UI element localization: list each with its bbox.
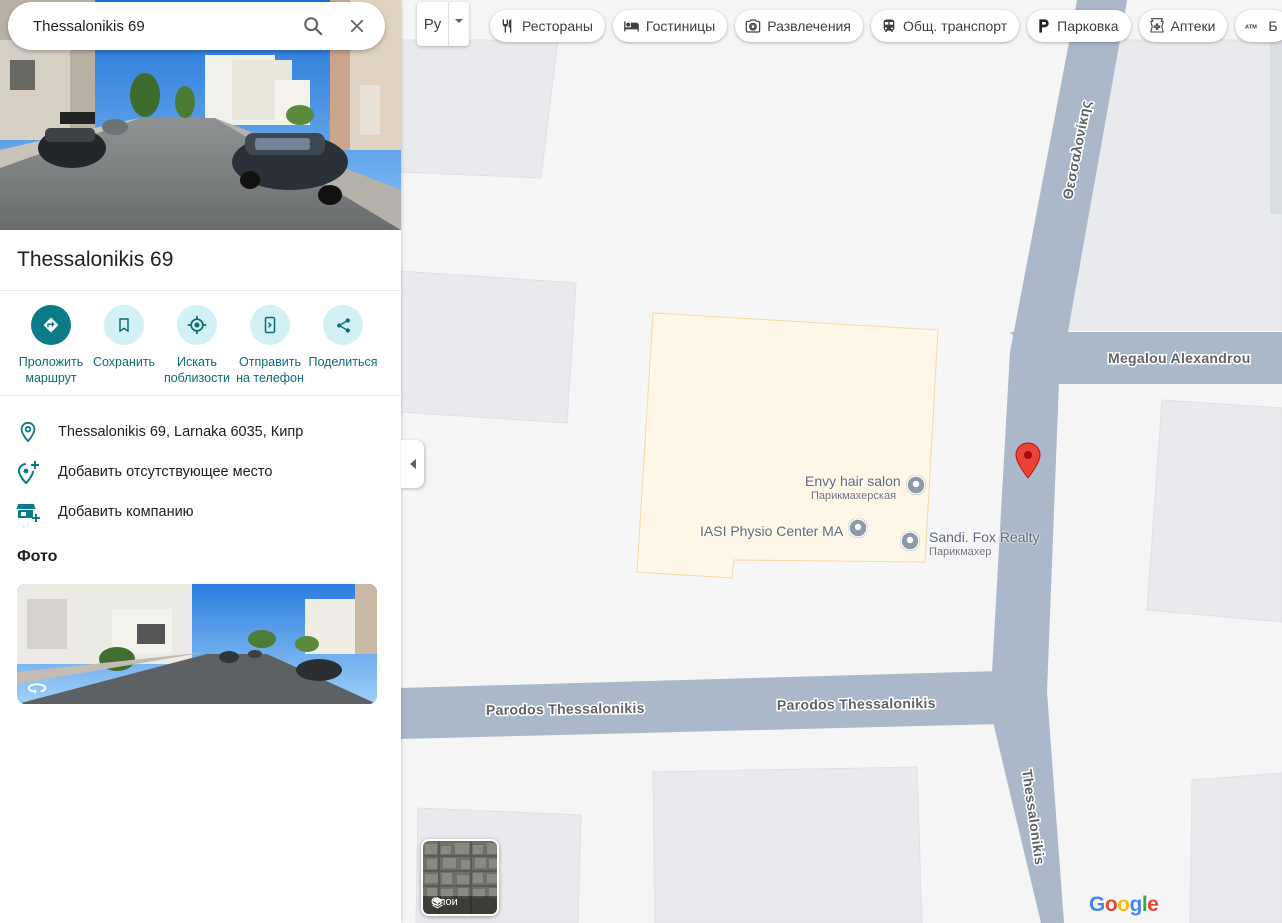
atm-icon: ATM xyxy=(1245,24,1257,30)
map-block xyxy=(399,270,577,424)
poi-marker-icon[interactable] xyxy=(905,474,927,496)
search-button[interactable] xyxy=(291,4,335,48)
map-block xyxy=(399,39,559,179)
search-icon xyxy=(304,17,323,36)
pharmacy-icon xyxy=(1149,18,1164,33)
train-icon xyxy=(883,19,895,32)
language-selector[interactable]: Ру xyxy=(417,2,469,46)
map-block xyxy=(652,766,923,923)
place-title: Thessalonikis 69 xyxy=(17,248,174,271)
add-location-icon xyxy=(17,461,39,484)
location-pin-icon xyxy=(20,421,36,443)
add-business-row[interactable]: Добавить компанию xyxy=(0,492,401,532)
360-view-icon xyxy=(27,683,47,695)
chip-public-transport[interactable]: Общ. транспорт xyxy=(870,10,1020,42)
collapse-panel-button[interactable] xyxy=(401,440,424,488)
clear-search-button[interactable] xyxy=(335,4,379,48)
poi-name[interactable]: Envy hair salon xyxy=(805,473,901,489)
chevron-down-icon xyxy=(455,19,463,23)
language-label: Ру xyxy=(417,2,449,46)
poi-name[interactable]: IASI Physio Center MA xyxy=(700,523,843,539)
chip-hotels[interactable]: Гостиницы xyxy=(612,10,728,42)
chevron-left-icon xyxy=(409,459,416,469)
share-icon xyxy=(336,317,350,333)
map-block xyxy=(1189,772,1282,923)
divider xyxy=(0,290,401,291)
road-label-parodos-2: Parodos Thessalonikis xyxy=(777,695,936,713)
search-input[interactable]: Thessalonikis 69 xyxy=(33,18,291,35)
poi-category: Парикмахерская xyxy=(811,490,897,502)
chip-restaurants[interactable]: Рестораны xyxy=(490,10,605,42)
parking-icon xyxy=(1039,19,1049,33)
category-chips: Рестораны Гостиницы Развлечения Общ. тра… xyxy=(490,10,1282,42)
chip-atm[interactable]: ATM Б xyxy=(1235,10,1282,42)
map-block xyxy=(1146,399,1282,623)
bed-icon xyxy=(624,21,639,32)
add-missing-place-text: Добавить отсутствующее место xyxy=(58,464,273,480)
layers-icon xyxy=(432,897,443,909)
poi-marker-icon[interactable] xyxy=(847,517,869,539)
chip-entertainment[interactable]: Развлечения xyxy=(735,10,863,42)
photos-heading: Фото xyxy=(17,548,58,565)
search-box[interactable]: Thessalonikis 69 xyxy=(8,2,385,50)
poi-name[interactable]: Sandi. Fox Realty xyxy=(929,529,1040,545)
address-text: Thessalonikis 69, Larnaka 6035, Кипр xyxy=(58,424,304,440)
google-logo: Google xyxy=(1089,893,1159,916)
map-block xyxy=(1270,40,1282,214)
chip-pharmacies[interactable]: Аптеки xyxy=(1138,10,1228,42)
layers-button[interactable]: Слои xyxy=(421,839,499,916)
directions-icon xyxy=(43,317,59,333)
svg-text:ATM: ATM xyxy=(1245,24,1257,30)
add-business-text: Добавить компанию xyxy=(58,504,194,520)
address-row[interactable]: Thessalonikis 69, Larnaka 6035, Кипр xyxy=(0,412,401,452)
nearby-search-icon xyxy=(187,315,207,335)
phone-send-icon xyxy=(264,316,276,334)
poi-category: Парикмахер xyxy=(929,546,992,558)
road-label-parodos-1: Parodos Thessalonikis xyxy=(486,700,645,718)
chip-parking[interactable]: Парковка xyxy=(1027,10,1131,42)
add-business-icon xyxy=(16,504,40,522)
close-icon xyxy=(350,19,364,33)
poi-marker-icon[interactable] xyxy=(899,530,921,552)
camera-icon xyxy=(745,19,761,33)
street-view-hero-image[interactable]: Thessalonikis 69 xyxy=(0,0,401,230)
street-view-thumbnail xyxy=(17,584,377,704)
fork-knife-icon xyxy=(502,19,512,33)
street-view-photo[interactable] xyxy=(17,584,377,704)
add-missing-place-row[interactable]: Добавить отсутствующее место xyxy=(0,452,401,492)
road-label-megalou-alexandrou: Megalou Alexandrou xyxy=(1108,350,1251,366)
share-button[interactable]: Поделиться xyxy=(298,305,388,370)
place-panel: Thessalonikis 69 Thessalonikis 69 Пролож… xyxy=(0,0,401,923)
bookmark-icon xyxy=(119,318,129,333)
divider xyxy=(0,395,401,396)
